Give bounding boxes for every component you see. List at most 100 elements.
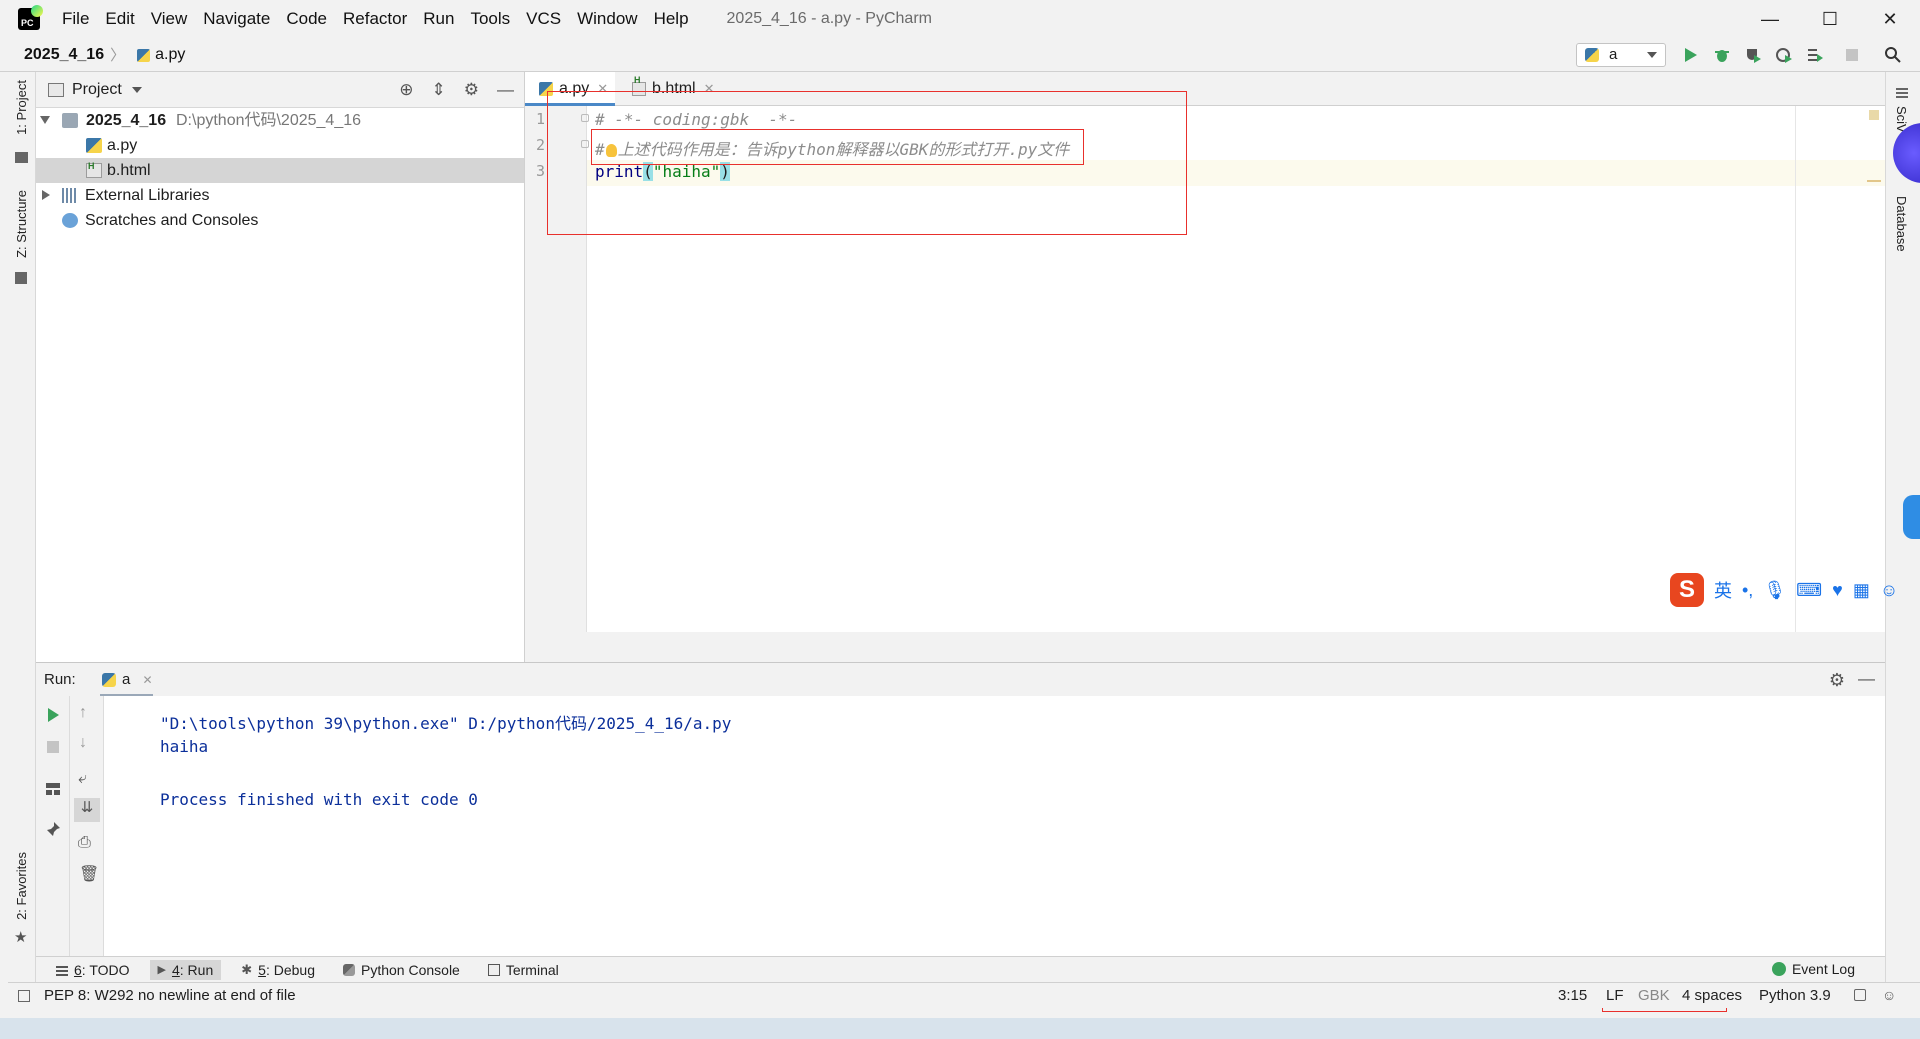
run-console[interactable]: ↑ ↓ ⤶ ⇊ ⎙ 🗑 "D:\tools\python 39\python.e… — [36, 696, 1885, 956]
tree-item-project-root[interactable]: 2025_4_16 D:\python代码\2025_4_16 — [36, 108, 524, 133]
layout-icon[interactable] — [44, 780, 62, 798]
line-separator[interactable]: LF — [1606, 987, 1624, 1004]
toolbox-icon[interactable]: ▦ — [1853, 580, 1870, 601]
inspector-icon[interactable]: ☺ — [1882, 987, 1896, 1003]
terminal-icon — [487, 963, 500, 976]
tree-item-label: 2025_4_16 — [86, 112, 167, 129]
highlight-box-comment — [591, 129, 1084, 165]
collapse-all-icon[interactable]: ⇕ — [432, 80, 446, 100]
run-configuration-select[interactable]: a — [1576, 43, 1666, 67]
menu-run[interactable]: Run — [415, 9, 462, 29]
status-bar: PEP 8: W292 no newline at end of file 3:… — [8, 982, 1920, 1008]
menu-file[interactable]: File — [54, 9, 97, 29]
project-panel: Project ⊕ ⇕ ⚙ — 2025_4_16 D:\python代码\20… — [36, 72, 525, 662]
run-tab-a[interactable]: a ✕ — [100, 663, 153, 697]
menu-vcs[interactable]: VCS — [518, 9, 569, 29]
menu-window[interactable]: Window — [569, 9, 645, 29]
menu-view[interactable]: View — [143, 9, 196, 29]
keyboard-icon[interactable]: ⌨ — [1796, 580, 1822, 601]
left-tool-strip: 1: Project Z: Structure 2: Favorites ★ — [8, 72, 36, 982]
gear-icon[interactable]: ⚙ — [464, 80, 479, 100]
microphone-icon[interactable]: 🎙 — [1763, 580, 1786, 601]
tab-debug[interactable]: ✱ 5: Debug — [233, 960, 323, 980]
soft-wrap-icon[interactable]: ⤶ — [78, 770, 87, 788]
project-panel-title[interactable]: Project — [72, 81, 122, 99]
locate-icon[interactable]: ⊕ — [399, 80, 413, 100]
profile-icon[interactable] — [1775, 46, 1793, 64]
indent-setting[interactable]: 4 spaces — [1682, 987, 1742, 1004]
sciview-icon — [1896, 86, 1908, 98]
menu-tools[interactable]: Tools — [462, 9, 518, 29]
run-with-coverage-icon[interactable] — [1744, 46, 1762, 64]
scroll-up-icon[interactable]: ↑ — [79, 704, 87, 722]
chevron-down-icon — [1647, 52, 1657, 58]
database-tool-tab[interactable]: Database — [1894, 196, 1909, 252]
minimize-button[interactable]: — — [1740, 0, 1800, 38]
scroll-down-icon[interactable]: ↓ — [79, 734, 87, 752]
toggle-tool-windows-icon[interactable] — [18, 990, 30, 1002]
run-icon[interactable] — [1681, 46, 1699, 64]
chevron-down-icon[interactable] — [131, 86, 142, 93]
stop-icon[interactable] — [44, 738, 62, 756]
run-panel-header: Run: a ✕ ⚙ — — [36, 662, 1885, 697]
skin-icon[interactable]: ♥ — [1832, 580, 1843, 601]
event-log-label: Event Log — [1791, 961, 1855, 977]
scroll-to-end-icon[interactable]: ⇊ — [74, 798, 100, 822]
run-tab-label: a — [122, 671, 131, 688]
print-icon[interactable]: ⎙ — [78, 834, 91, 852]
tab-terminal[interactable]: Terminal — [480, 960, 567, 980]
tab-todo[interactable]: 6: TODO — [48, 960, 138, 980]
breadcrumb-project[interactable]: 2025_4_16 — [24, 46, 104, 64]
tab-python-console[interactable]: Python Console — [335, 960, 468, 980]
tree-item-external-libraries[interactable]: External Libraries — [36, 183, 524, 208]
menu-code[interactable]: Code — [278, 9, 335, 29]
run-panel-label: Run: — [44, 671, 76, 688]
line-number: 3 — [535, 162, 545, 180]
rerun-icon[interactable] — [44, 706, 62, 724]
console-toolbar: ↑ ↓ ⤶ ⇊ ⎙ 🗑 — [70, 696, 104, 956]
expand-arrow-icon[interactable] — [40, 116, 50, 124]
tree-item-scratches[interactable]: Scratches and Consoles — [36, 208, 524, 233]
side-expand-button[interactable] — [1903, 495, 1920, 539]
maximize-button[interactable]: ☐ — [1800, 0, 1860, 38]
menu-refactor[interactable]: Refactor — [335, 9, 415, 29]
lock-icon[interactable] — [1854, 989, 1866, 1001]
sogou-logo-icon[interactable]: S — [1670, 573, 1704, 607]
caret-position[interactable]: 3:15 — [1558, 987, 1587, 1004]
structure-tool-tab[interactable]: Z: Structure — [14, 190, 29, 258]
search-icon[interactable] — [1884, 46, 1902, 64]
debug-icon[interactable] — [1713, 46, 1731, 64]
error-stripe-mark[interactable] — [1867, 180, 1881, 182]
ime-punctuation-toggle[interactable]: •, — [1742, 580, 1753, 601]
more-icon[interactable]: ☺ — [1880, 580, 1898, 601]
hide-icon[interactable]: — — [497, 80, 514, 100]
inspection-status-icon[interactable] — [1869, 110, 1879, 120]
tool-window-tabs: 6: TODO ▶ 4: Run ✱ 5: Debug Python Console… — [36, 956, 1885, 982]
favorites-tool-tab[interactable]: 2: Favorites — [14, 852, 29, 920]
python-interpreter[interactable]: Python 3.9 — [1759, 987, 1831, 1004]
hide-icon[interactable]: — — [1858, 669, 1875, 689]
menu-navigate[interactable]: Navigate — [195, 9, 278, 29]
library-icon — [62, 188, 78, 203]
close-button[interactable]: ✕ — [1860, 0, 1920, 38]
ime-language-toggle[interactable]: 英 — [1714, 577, 1732, 603]
trash-icon[interactable]: 🗑 — [79, 864, 99, 884]
python-config-icon — [1585, 48, 1599, 62]
close-tab-icon[interactable]: ✕ — [143, 673, 153, 687]
event-log-button[interactable]: Event Log — [1771, 961, 1855, 977]
breadcrumb-file[interactable]: a.py — [137, 46, 185, 64]
expand-arrow-icon[interactable] — [42, 190, 50, 200]
concurrency-icon[interactable] — [1806, 46, 1824, 64]
stop-icon[interactable] — [1843, 46, 1861, 64]
tree-item-a-py[interactable]: a.py — [36, 133, 524, 158]
tree-item-b-html[interactable]: b.html — [36, 154, 524, 183]
pin-icon[interactable] — [44, 820, 62, 838]
file-encoding[interactable]: GBK — [1638, 987, 1670, 1004]
project-tool-tab[interactable]: 1: Project — [14, 80, 29, 135]
project-panel-header: Project ⊕ ⇕ ⚙ — — [36, 72, 524, 108]
menu-help[interactable]: Help — [646, 9, 697, 29]
gear-icon[interactable]: ⚙ — [1829, 670, 1845, 691]
tab-run[interactable]: ▶ 4: Run — [149, 959, 222, 980]
bug-icon: ✱ — [241, 961, 253, 977]
menu-edit[interactable]: Edit — [97, 9, 142, 29]
